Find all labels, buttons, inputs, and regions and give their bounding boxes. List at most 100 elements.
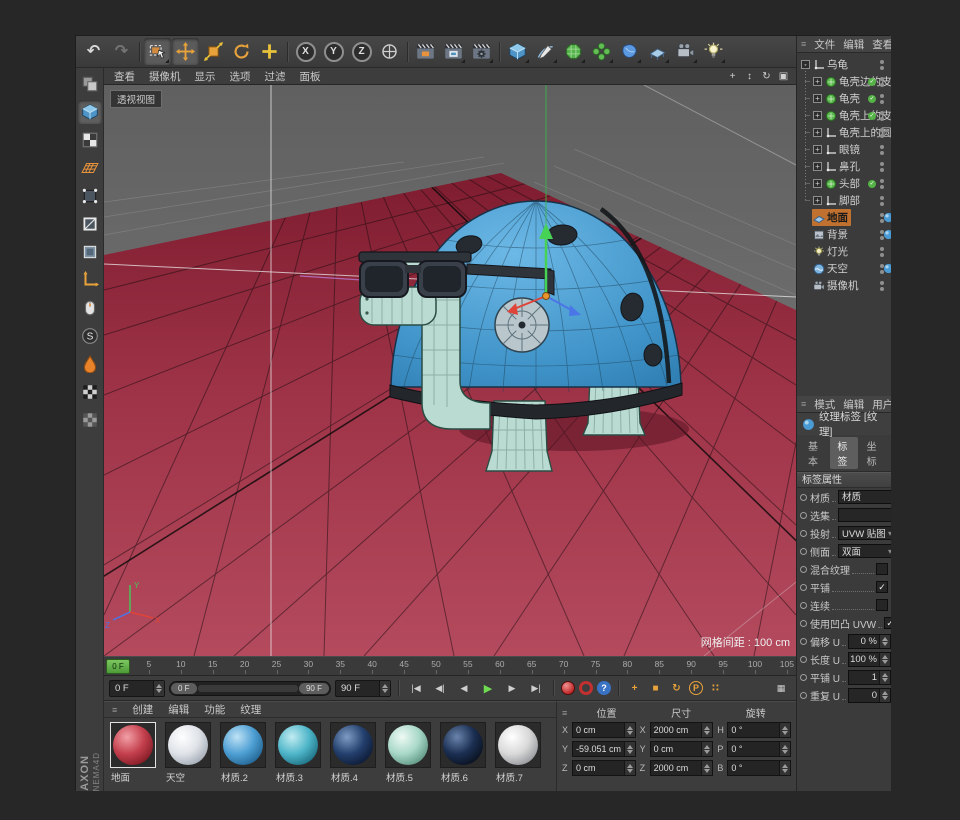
add-spline-button[interactable] — [532, 38, 559, 65]
lock-z-axis-button[interactable]: Z — [348, 38, 375, 65]
expand-toggle[interactable]: + — [813, 145, 822, 154]
attribute-tab[interactable]: 基本 — [801, 437, 828, 469]
object-manager-menu-item[interactable]: 编辑 — [843, 37, 864, 52]
goto-end-button[interactable]: ▶| — [526, 679, 546, 698]
keyframe-circle-icon[interactable] — [800, 584, 807, 591]
record-pla-toggle[interactable]: ∷ — [707, 683, 724, 694]
field-stepper[interactable] — [624, 723, 635, 737]
render-settings-button[interactable] — [468, 38, 495, 65]
field-stepper[interactable] — [779, 742, 790, 756]
paint-tool-button[interactable] — [78, 352, 102, 376]
number-field[interactable]: 100 % — [848, 652, 891, 667]
material-item[interactable]: 材质.3 — [275, 722, 325, 784]
field-stepper[interactable] — [701, 761, 712, 775]
object-tree-item[interactable]: -乌龟 — [797, 56, 891, 73]
material-manager-menu-item[interactable]: 创建 — [132, 702, 153, 717]
number-field[interactable]: 0 — [848, 688, 891, 703]
dropdown-field[interactable]: UVW 贴图▾ — [838, 526, 891, 540]
field-stepper[interactable] — [624, 761, 635, 775]
field-stepper[interactable] — [879, 671, 890, 684]
material-manager-menu-item[interactable]: 纹理 — [240, 702, 261, 717]
polygons-mode-button[interactable] — [78, 240, 102, 264]
visibility-dots[interactable] — [880, 60, 884, 70]
visibility-dots[interactable] — [880, 179, 884, 189]
viewport-canvas[interactable]: 透视视图 — [104, 85, 796, 656]
keyframe-circle-icon[interactable] — [800, 512, 807, 519]
material-manager-menu-item[interactable]: 编辑 — [168, 702, 189, 717]
coordinate-field[interactable]: 0 cm — [650, 741, 714, 757]
texture-tag-icon[interactable] — [883, 263, 891, 274]
texture-tag-icon[interactable] — [883, 212, 891, 223]
last-used-tool-button[interactable] — [256, 38, 283, 65]
coordinate-field[interactable]: 2000 cm — [650, 722, 714, 738]
visibility-dots[interactable] — [880, 128, 884, 138]
object-manager-menu-item[interactable]: 文件 — [814, 37, 835, 52]
grid-array-button[interactable] — [78, 380, 102, 404]
keyframe-options-button[interactable]: ? — [597, 681, 611, 695]
timeline-range-slider[interactable]: 0 F90 F — [169, 681, 331, 696]
field-stepper[interactable] — [624, 742, 635, 756]
material-thumbnail[interactable] — [495, 722, 541, 768]
add-primitive-cube-button[interactable] — [504, 38, 531, 65]
texture-mode-button[interactable] — [78, 128, 102, 152]
field-stepper[interactable] — [879, 635, 890, 648]
coordinate-field[interactable]: 0 cm — [572, 722, 636, 738]
attribute-tab[interactable]: 标签 — [830, 437, 857, 469]
keyframe-circle-icon[interactable] — [800, 602, 807, 609]
expand-toggle[interactable]: + — [813, 77, 822, 86]
render-picture-viewer-button[interactable] — [440, 38, 467, 65]
material-item[interactable]: 材质.4 — [330, 722, 380, 784]
visibility-dots[interactable] — [880, 94, 884, 104]
enable-axis-button[interactable] — [78, 268, 102, 292]
keyframe-circle-icon[interactable] — [800, 674, 807, 681]
add-generator-button[interactable] — [588, 38, 615, 65]
keyframe-circle-icon[interactable] — [800, 620, 807, 627]
field-stepper[interactable] — [879, 689, 890, 702]
visibility-dots[interactable] — [880, 196, 884, 206]
expand-toggle[interactable]: + — [813, 111, 822, 120]
material-thumbnail[interactable] — [440, 722, 486, 768]
field-stepper[interactable] — [779, 761, 790, 775]
enabled-state-icon[interactable]: ✓ — [868, 180, 876, 188]
viewport-menu-item[interactable]: 查看 — [107, 69, 142, 84]
visibility-dots[interactable] — [880, 77, 884, 87]
viewport-dolly-icon[interactable]: ↕ — [742, 71, 757, 82]
add-camera-button[interactable] — [672, 38, 699, 65]
object-manager-menu-item[interactable]: 查看 — [872, 37, 891, 52]
viewport-menu-item[interactable]: 选项 — [223, 69, 258, 84]
add-deformer-button[interactable] — [616, 38, 643, 65]
add-environment-button[interactable] — [644, 38, 671, 65]
dropdown-field[interactable]: 双面▾ — [838, 544, 891, 558]
current-frame-field[interactable]: 0 F — [109, 680, 165, 697]
timeline-ruler[interactable]: 0 F 051015202530354045505560657075808590… — [104, 656, 796, 676]
make-editable-button[interactable] — [78, 72, 102, 96]
object-tree-item[interactable]: 摄像机 — [797, 277, 891, 294]
goto-start-button[interactable]: |◀ — [406, 679, 426, 698]
visibility-dots[interactable] — [880, 145, 884, 155]
viewport-orbit-icon[interactable]: ↻ — [759, 71, 774, 82]
lock-x-axis-button[interactable]: X — [292, 38, 319, 65]
record-rotation-toggle[interactable]: ↻ — [668, 683, 685, 694]
attribute-tab[interactable]: 坐标 — [860, 437, 887, 469]
material-item[interactable]: 材质.5 — [385, 722, 435, 784]
field-stepper[interactable] — [701, 742, 712, 756]
play-forwards-button[interactable]: ▶ — [478, 679, 498, 698]
object-tree-item[interactable]: +眼镜 — [797, 141, 891, 158]
object-tree-item[interactable]: +龟壳上的圆柱 — [797, 124, 891, 141]
snap-settings-button[interactable]: S — [78, 324, 102, 348]
add-light-button[interactable] — [700, 38, 727, 65]
grid-array-alt-button[interactable] — [78, 408, 102, 432]
object-tree-item[interactable]: +鼻孔 — [797, 158, 891, 175]
object-tree-item[interactable]: +龟壳✓ — [797, 90, 891, 107]
text-field[interactable] — [838, 508, 891, 522]
object-tree-item[interactable]: +龟壳上的皮带✓ — [797, 107, 891, 124]
timeline-layout-button[interactable]: ▦ — [771, 679, 791, 698]
range-start-grip[interactable]: 0 F — [171, 683, 197, 694]
coordinate-field[interactable]: 0 cm — [572, 760, 636, 776]
keyframe-circle-icon[interactable] — [800, 638, 807, 645]
redo-button[interactable]: ↷ — [108, 38, 135, 65]
keyframe-circle-icon[interactable] — [800, 692, 807, 699]
autokeying-button[interactable] — [579, 681, 593, 695]
model-mode-button[interactable] — [78, 100, 102, 124]
scale-tool-button[interactable] — [200, 38, 227, 65]
